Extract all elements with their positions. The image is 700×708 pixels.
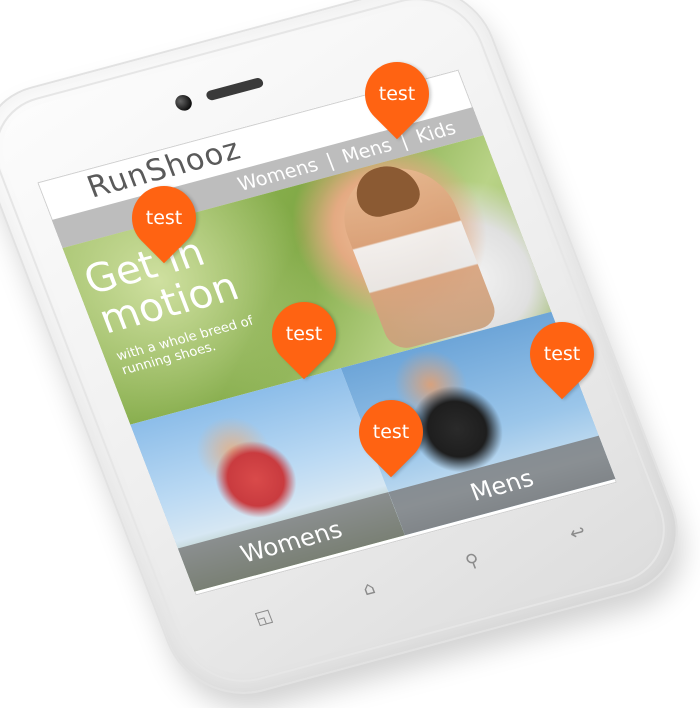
marker-label: test — [372, 421, 410, 443]
home-icon[interactable]: ⌂ — [360, 577, 379, 600]
back-icon[interactable]: ↩ — [566, 521, 588, 545]
marker-label: test — [543, 343, 581, 365]
nav-separator: | — [323, 149, 338, 173]
marker-label: test — [145, 207, 183, 229]
recent-apps-icon[interactable]: ◱ — [252, 605, 276, 629]
marker-label: test — [285, 323, 323, 345]
search-icon[interactable]: ⚲ — [462, 549, 482, 572]
marker-label: test — [378, 83, 416, 105]
